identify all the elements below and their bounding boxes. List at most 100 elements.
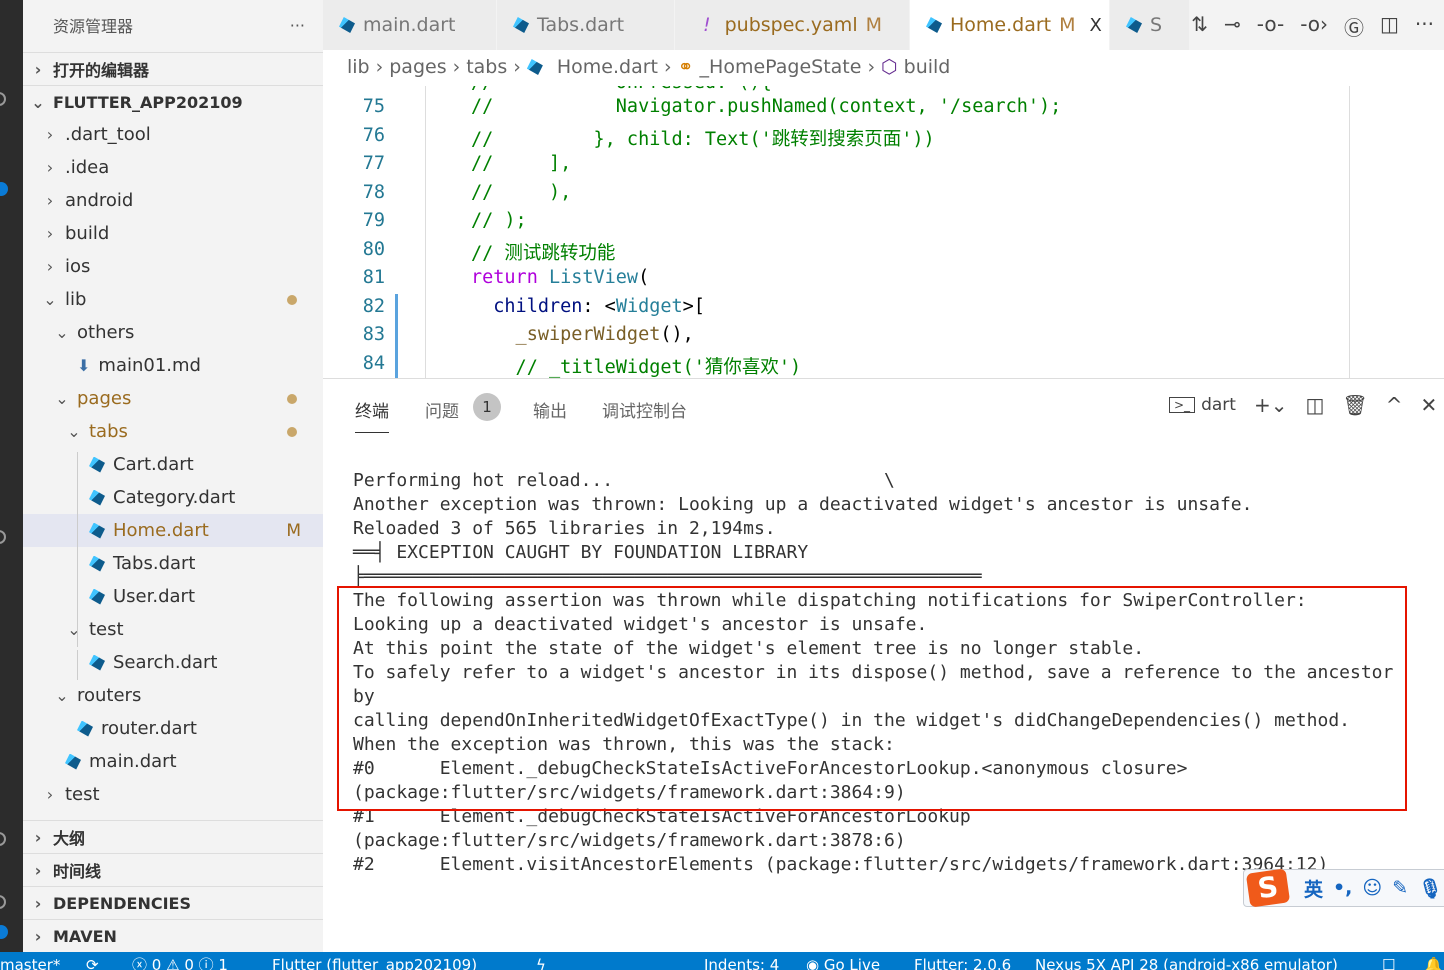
breadcrumb-item[interactable]: pages	[389, 56, 446, 78]
git-branch[interactable]: master*	[0, 952, 60, 970]
tree-item[interactable]: ⬇ main01.md	[23, 349, 323, 382]
editor-tab[interactable]: S	[1110, 0, 1190, 50]
sidebar-section[interactable]: › DEPENDENCIES	[23, 886, 323, 919]
settings-gear-icon[interactable]	[0, 895, 6, 909]
tree-item[interactable]: › android	[23, 184, 323, 217]
bottom-panel: 终端 问题 1 输出 调试控制台 >_ dart +⌄ ◫ 🗑 ^ ✕ Perf…	[323, 378, 1444, 952]
tab-output[interactable]: 输出	[533, 397, 567, 422]
sidebar-section[interactable]: › 大纲	[23, 820, 323, 853]
tree-item-label: test	[65, 784, 100, 805]
ime-punct[interactable]: •,	[1333, 877, 1352, 899]
ime-lang[interactable]: 英	[1304, 875, 1323, 902]
git-prev-icon[interactable]: ⊸	[1224, 12, 1241, 41]
sync-icon[interactable]: ⟳	[86, 952, 99, 970]
tree-item[interactable]: › test	[23, 778, 323, 811]
problems-status[interactable]: ⓧ 0 ⚠ 0 ⓘ 1	[132, 952, 228, 970]
breadcrumb-item[interactable]: tabs	[466, 56, 507, 78]
chevron-right-icon: ›	[34, 827, 42, 847]
editor-tab[interactable]: main.dart	[323, 0, 497, 50]
sidebar-section[interactable]: › 时间线	[23, 853, 323, 886]
settings-badge[interactable]	[0, 925, 8, 939]
tree-item[interactable]: ⌄ lib	[23, 283, 323, 316]
tree-item[interactable]: › .idea	[23, 151, 323, 184]
split-editor-icon[interactable]: ◫	[1380, 12, 1399, 41]
dart-file-icon	[89, 654, 105, 671]
code-token: return	[471, 267, 549, 288]
tree-item[interactable]: ⌄ pages	[23, 382, 323, 415]
code-line: // ],	[471, 153, 571, 174]
tree-item[interactable]: Cart.dart	[23, 448, 323, 481]
code-token: (),	[660, 324, 694, 345]
tree-item[interactable]: Home.dart M	[23, 514, 323, 547]
code-token: // }, child: Text('跳转到搜索页面'))	[471, 128, 935, 150]
flutter-version[interactable]: Flutter: 2.0.6	[914, 952, 1011, 970]
go-live[interactable]: ◉ Go Live	[806, 952, 880, 970]
editor-tab[interactable]: Tabs.dart	[497, 0, 675, 50]
tree-item[interactable]: Category.dart	[23, 481, 323, 514]
tab-debug-console[interactable]: 调试控制台	[602, 397, 687, 422]
sidebar-section[interactable]: › 打开的编辑器	[23, 52, 323, 85]
compare-changes-icon[interactable]: ⇅	[1191, 12, 1208, 41]
git-next-icon[interactable]: -o›	[1300, 12, 1328, 41]
indents[interactable]: Indents: 4	[704, 952, 779, 970]
chevron-right-icon: ›	[46, 785, 54, 804]
tree-item[interactable]: › .dart_tool	[23, 118, 323, 151]
tree-item[interactable]: › build	[23, 217, 323, 250]
breadcrumb-item[interactable]: _HomePageState	[700, 56, 862, 78]
tree-item[interactable]: main.dart	[23, 745, 323, 778]
source-control-badge[interactable]	[0, 182, 8, 196]
emoji-icon[interactable]: ☺	[1362, 877, 1382, 899]
close-panel-icon[interactable]: ✕	[1421, 393, 1438, 417]
tab-problems[interactable]: 问题	[425, 397, 459, 422]
line-number: 80	[362, 238, 385, 260]
breadcrumb-item[interactable]: lib	[347, 56, 370, 78]
code-editor[interactable]: // onPressed: (){75 // Navigator.pushName…	[323, 86, 1444, 378]
tab-terminal[interactable]: 终端	[355, 397, 389, 433]
sidebar-section[interactable]: › MAVEN	[23, 919, 323, 952]
gitlens-icon[interactable]: Ⓖ	[1344, 12, 1364, 41]
mic-icon[interactable]: 🎙	[1418, 877, 1442, 900]
tree-item[interactable]: Tabs.dart	[23, 547, 323, 580]
git-commit-icon[interactable]: -o-	[1257, 12, 1284, 41]
tree-item-label: .dart_tool	[65, 124, 151, 145]
chevron-right-icon: ›	[46, 125, 54, 144]
trash-icon[interactable]: 🗑	[1342, 393, 1367, 417]
maximize-panel-icon[interactable]: ^	[1386, 393, 1403, 417]
account-icon[interactable]	[0, 832, 6, 846]
more-actions-icon[interactable]: ···	[1415, 12, 1434, 41]
code-token: //	[471, 96, 616, 117]
tree-item[interactable]: User.dart	[23, 580, 323, 613]
breadcrumb-item[interactable]: Home.dart	[557, 56, 658, 78]
dart-file-icon	[89, 456, 105, 473]
tree-item[interactable]: ⌄ tabs	[23, 415, 323, 448]
tree-item[interactable]: router.dart	[23, 712, 323, 745]
feedback-icon[interactable]: ☐	[1382, 952, 1395, 970]
tree-item[interactable]: ⌄ test	[23, 613, 323, 646]
flash-icon[interactable]: ϟ	[536, 952, 546, 970]
breadcrumb-item[interactable]: build	[904, 56, 951, 78]
tree-item[interactable]: › ios	[23, 250, 323, 283]
extension-icon[interactable]	[0, 530, 6, 544]
tree-item-label: 打开的编辑器	[53, 61, 150, 80]
flutter-project[interactable]: Flutter (flutter_app202109)	[272, 952, 477, 970]
editor-tab[interactable]: ! pubspec.yaml M	[675, 0, 910, 50]
tree-item[interactable]: ⌄ others	[23, 316, 323, 349]
notification-icon[interactable]: 🔔	[1424, 952, 1443, 970]
sidebar-section[interactable]: ⌄ FLUTTER_APP202109	[23, 85, 323, 118]
device[interactable]: Nexus 5X API 28 (android-x86 emulator)	[1035, 952, 1338, 970]
dart-file-icon	[65, 753, 81, 770]
editor-tab[interactable]: Home.dart M X	[910, 0, 1110, 50]
more-actions-icon[interactable]: ···	[290, 16, 305, 35]
pen-icon[interactable]: ✎	[1392, 877, 1408, 899]
problems-count-badge: 1	[473, 393, 501, 421]
tree-item-label: ios	[65, 256, 91, 277]
tree-item[interactable]: ⌄ routers	[23, 679, 323, 712]
terminal-line: Reloaded 3 of 565 libraries in 2,194ms.	[353, 518, 776, 539]
split-terminal-icon[interactable]: ◫	[1305, 393, 1324, 417]
terminal-name[interactable]: dart	[1201, 395, 1236, 415]
new-terminal-icon[interactable]: +⌄	[1254, 393, 1288, 417]
close-tab-icon[interactable]: X	[1090, 15, 1102, 36]
search-icon[interactable]	[0, 92, 6, 106]
tree-item[interactable]: Search.dart	[23, 646, 323, 679]
tree-item-label: test	[89, 619, 124, 640]
